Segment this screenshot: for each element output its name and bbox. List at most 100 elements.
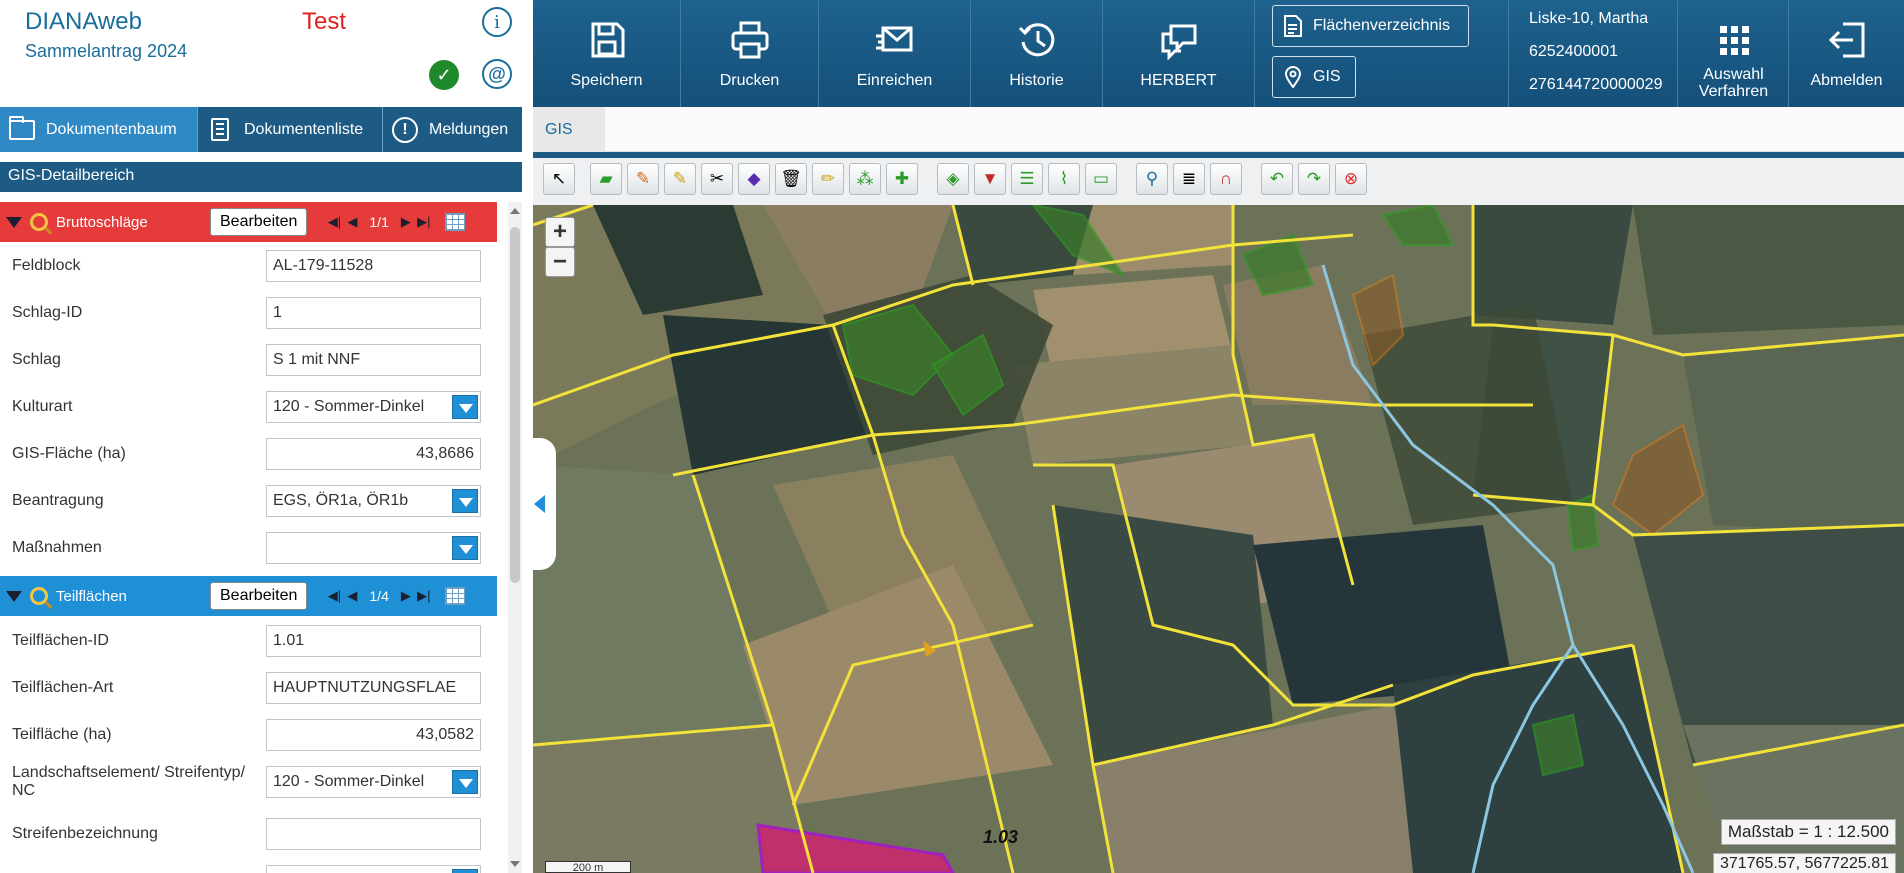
next-page-icon[interactable]: ▶ <box>397 587 415 605</box>
list-icon[interactable]: ≣ <box>1173 163 1205 195</box>
beantragung-select[interactable]: EGS, ÖR1a, ÖR1b <box>266 484 481 517</box>
scroll-thumb[interactable] <box>510 227 520 583</box>
location-pin-icon <box>1284 66 1302 88</box>
magnet-icon[interactable]: ∩ <box>1210 163 1242 195</box>
send-mail-icon <box>873 18 917 62</box>
layer-add-icon[interactable]: ◈ <box>937 163 969 195</box>
select-procedure-button[interactable]: Auswahl Verfahren <box>1679 0 1789 107</box>
select-arrow-icon[interactable]: ↖ <box>543 163 575 195</box>
map-view[interactable]: + − 1.03 200 m Maßstab = 1 : 12.500 3717… <box>533 205 1904 873</box>
prev-page-icon[interactable]: ◀ <box>343 213 361 231</box>
redo-icon[interactable]: ↷ <box>1298 163 1330 195</box>
edit-vertex-icon[interactable]: ✎ <box>664 163 696 195</box>
cut-polygon-icon[interactable]: ✂ <box>701 163 733 195</box>
collapse-triangle-icon[interactable] <box>6 216 22 228</box>
prev-page-icon[interactable]: ◀ <box>343 587 361 605</box>
delete-icon[interactable]: 🗑 <box>775 163 807 195</box>
herbert-button[interactable]: HERBERT <box>1103 0 1255 107</box>
check-icon[interactable]: ✓ <box>429 60 459 90</box>
field-teilflaechen-id: Teilflächen-ID 1.01 <box>0 617 497 664</box>
pager: ◀| ◀ 1/1 ▶ ▶| <box>325 213 432 231</box>
collapse-panel-button[interactable] <box>522 438 556 570</box>
layer-stack-icon[interactable]: ☰ <box>1011 163 1043 195</box>
kulturart-select[interactable]: 120 - Sommer-Dinkel <box>266 390 481 423</box>
zoom-out-button[interactable]: − <box>545 247 575 277</box>
field-beantragung: Beantragung EGS, ÖR1a, ÖR1b <box>0 477 497 524</box>
layer-down-icon[interactable]: ▼ <box>974 163 1006 195</box>
table-view-icon[interactable] <box>444 213 465 231</box>
feldblock-input[interactable]: AL-179-11528 <box>266 249 481 282</box>
scroll-down-icon[interactable] <box>510 861 520 867</box>
coordinate-readout: 371765.57, 5677225.81 <box>1712 853 1896 873</box>
gis-flaeche-input[interactable]: 43,8686 <box>266 437 481 470</box>
tab-dokumentenliste[interactable]: Dokumentenliste <box>198 107 383 152</box>
edit-button[interactable]: Bearbeiten <box>210 208 308 236</box>
next-page-icon[interactable]: ▶ <box>397 213 415 231</box>
info-icon[interactable]: i <box>482 7 512 37</box>
field-label: Kulturart <box>12 397 73 415</box>
scroll-up-icon[interactable] <box>510 208 520 214</box>
edit-polygon-icon[interactable]: ✎ <box>627 163 659 195</box>
teilflaeche-ha-input[interactable]: 43,0582 <box>266 718 481 751</box>
history-button[interactable]: Historie <box>971 0 1103 107</box>
landschaftselement-select[interactable]: 120 - Sommer-Dinkel <box>266 765 481 798</box>
field-label: Schlag-ID <box>12 303 83 321</box>
email-at-icon[interactable]: @ <box>482 59 512 89</box>
teilflaechen-art-input[interactable]: HAUPTNUTZUNGSFLAE <box>266 671 481 704</box>
field-label: Beantragung <box>12 491 104 509</box>
table-view-icon[interactable] <box>444 587 465 605</box>
detail-header: GIS-Detailbereich <box>0 162 522 192</box>
chevron-down-icon[interactable] <box>452 535 478 560</box>
logout-button[interactable]: Abmelden <box>1789 0 1904 107</box>
search-icon[interactable] <box>30 587 48 605</box>
printer-icon <box>728 18 772 62</box>
teilflaechen-id-input[interactable]: 1.01 <box>266 624 481 657</box>
add-polygon-icon[interactable]: ▰ <box>590 163 622 195</box>
submit-button[interactable]: Einreichen <box>819 0 971 107</box>
streifenbezeichnung-input[interactable] <box>266 817 481 850</box>
pencil-icon[interactable]: ✏ <box>812 163 844 195</box>
undo-icon[interactable]: ↶ <box>1261 163 1293 195</box>
field-label: GIS-Fläche (ha) <box>12 444 126 462</box>
node-tool-icon[interactable]: ⁂ <box>849 163 881 195</box>
field-partial <box>0 857 497 873</box>
user-name: Liske-10, Martha <box>1529 10 1649 27</box>
first-page-icon[interactable]: ◀| <box>325 213 343 231</box>
partial-select[interactable] <box>266 864 481 873</box>
cancel-icon[interactable]: ⊗ <box>1335 163 1367 195</box>
document-list-icon <box>206 117 234 143</box>
field-label: Teilflächen-ID <box>12 631 109 649</box>
merge-polygon-icon[interactable]: ◆ <box>738 163 770 195</box>
gis-button[interactable]: GIS <box>1272 56 1356 98</box>
select-value: 120 - Sommer-Dinkel <box>273 397 425 415</box>
save-button[interactable]: Speichern <box>533 0 681 107</box>
last-page-icon[interactable]: ▶| <box>415 587 433 605</box>
tab-label: Dokumentenbaum <box>46 120 177 138</box>
last-page-icon[interactable]: ▶| <box>415 213 433 231</box>
chevron-down-icon[interactable] <box>452 769 478 794</box>
chevron-left-icon <box>533 495 545 513</box>
tab-meldungen[interactable]: ! Meldungen <box>383 107 522 152</box>
tab-label: Meldungen <box>429 120 509 138</box>
collapse-triangle-icon[interactable] <box>6 590 22 602</box>
form-scrollbar[interactable] <box>508 202 522 873</box>
first-page-icon[interactable]: ◀| <box>325 587 343 605</box>
measure-area-icon[interactable]: ▭ <box>1085 163 1117 195</box>
parcel-info-icon[interactable]: ⚲ <box>1136 163 1168 195</box>
chevron-down-icon[interactable] <box>452 868 478 873</box>
massnahmen-select[interactable] <box>266 531 481 564</box>
tab-gis[interactable]: GIS <box>533 107 605 152</box>
move-tool-icon[interactable]: ✚ <box>886 163 918 195</box>
tab-dokumentenbaum[interactable]: Dokumentenbaum <box>0 107 198 152</box>
edit-button[interactable]: Bearbeiten <box>210 582 308 610</box>
warning-icon: ! <box>391 116 419 143</box>
schlag-id-input[interactable]: 1 <box>266 296 481 329</box>
schlag-input[interactable]: S 1 mit NNF <box>266 343 481 376</box>
chevron-down-icon[interactable] <box>452 488 478 513</box>
print-button[interactable]: Drucken <box>681 0 819 107</box>
field-index-button[interactable]: Flächenverzeichnis <box>1272 5 1469 47</box>
chevron-down-icon[interactable] <box>452 394 478 419</box>
measure-line-icon[interactable]: ⌇ <box>1048 163 1080 195</box>
search-icon[interactable] <box>30 213 48 231</box>
zoom-in-button[interactable]: + <box>545 217 575 247</box>
